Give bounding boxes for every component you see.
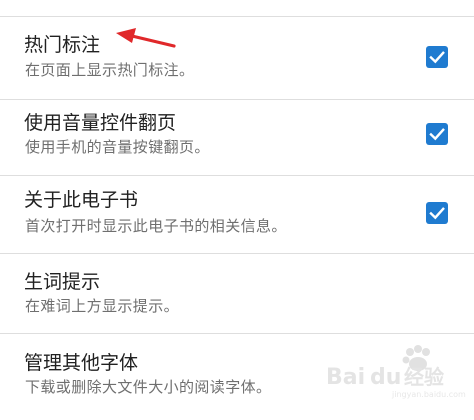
svg-text:du: du: [370, 365, 401, 390]
setting-subtitle: 在难词上方显示提示。: [25, 297, 180, 315]
about-ebook-checkbox[interactable]: [426, 202, 448, 224]
setting-title: 热门标注: [24, 34, 101, 56]
setting-row-word-hints[interactable]: 生词提示 在难词上方显示提示。: [0, 254, 474, 340]
setting-subtitle: 下载或删除大文件大小的阅读字体。: [25, 378, 272, 396]
hot-highlights-checkbox[interactable]: [426, 46, 448, 68]
baidu-jingyan-logo: Bai du 经验 jingyan.baidu.com: [326, 345, 466, 399]
setting-title: 关于此电子书: [24, 189, 139, 211]
setting-row-hot-highlights[interactable]: 热门标注 在页面上显示热门标注。: [0, 17, 474, 103]
volume-page-turn-checkbox[interactable]: [426, 123, 448, 145]
setting-row-volume-page-turn[interactable]: 使用音量控件翻页 使用手机的音量按键翻页。: [0, 100, 474, 186]
svg-text:Bai: Bai: [326, 365, 365, 390]
checkmark-icon: [429, 51, 445, 64]
setting-subtitle: 首次打开时显示此电子书的相关信息。: [25, 217, 287, 235]
setting-subtitle: 使用手机的音量按键翻页。: [25, 138, 210, 156]
setting-title: 使用音量控件翻页: [24, 112, 177, 134]
svg-text:经验: 经验: [404, 365, 444, 389]
checkmark-icon: [429, 128, 445, 141]
red-arrow-icon: [116, 28, 176, 48]
svg-text:jingyan.baidu.com: jingyan.baidu.com: [391, 390, 466, 399]
setting-row-about-ebook[interactable]: 关于此电子书 首次打开时显示此电子书的相关信息。: [0, 176, 474, 262]
checkmark-icon: [429, 207, 445, 220]
setting-title: 生词提示: [24, 271, 101, 293]
setting-title: 管理其他字体: [24, 352, 139, 374]
setting-subtitle: 在页面上显示热门标注。: [25, 61, 195, 79]
